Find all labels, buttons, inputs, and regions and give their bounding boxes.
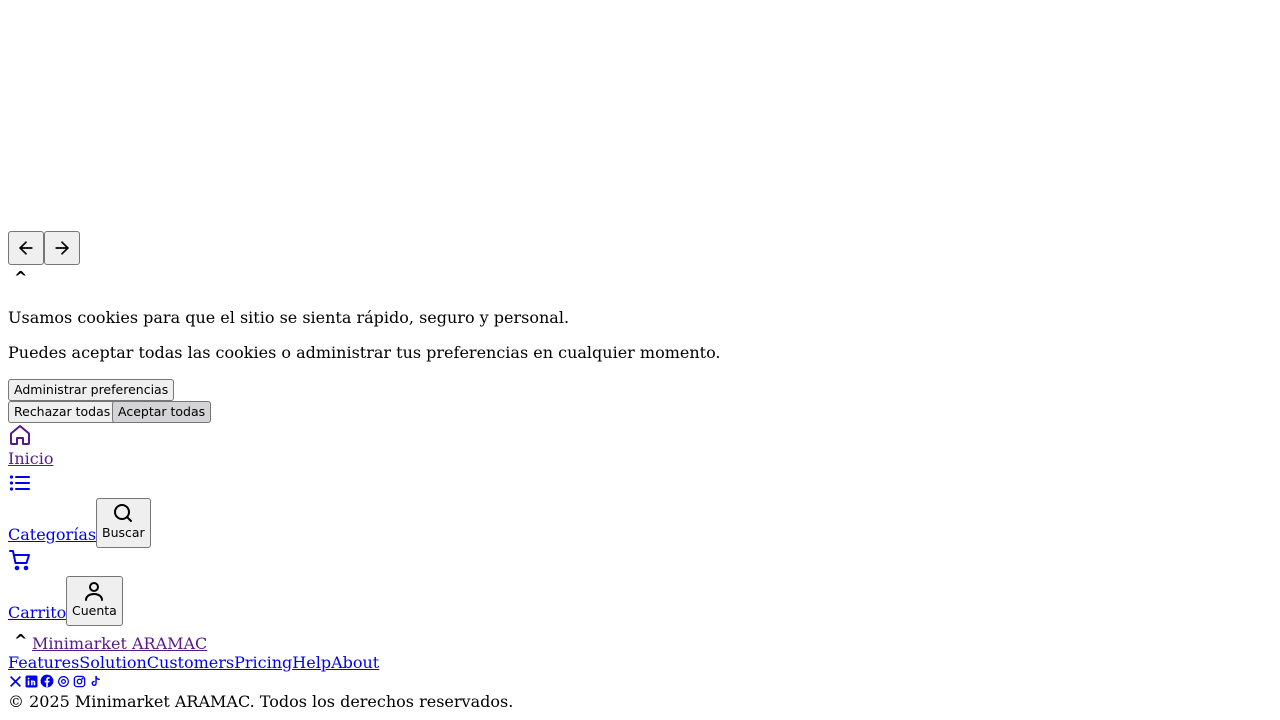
footer-toggle[interactable]: ^ <box>14 631 27 650</box>
nav-cart[interactable] <box>8 548 32 572</box>
cookie-message-primary: Usamos cookies para que el sitio se sien… <box>8 308 570 327</box>
nav-cart-label[interactable]: Carrito <box>8 603 66 622</box>
nav-search-button[interactable]: Buscar <box>96 498 151 548</box>
reject-all-button[interactable]: Rechazar todas <box>8 401 117 423</box>
user-icon <box>85 582 104 601</box>
cookie-message-secondary: Puedes aceptar todas las cookies o admin… <box>8 343 721 362</box>
home-icon <box>10 425 30 445</box>
footer-link-customers[interactable]: Customers <box>147 653 234 672</box>
footer-link-help[interactable]: Help <box>292 653 331 672</box>
nav-search-label: Buscar <box>102 525 145 540</box>
carousel-next-button[interactable] <box>44 231 80 265</box>
carousel-prev-button[interactable] <box>8 231 44 265</box>
footer-copyright: © 2025 Minimarket ARAMAC. Todos los dere… <box>8 692 514 711</box>
list-icon <box>9 475 30 491</box>
manage-preferences-button[interactable]: Administrar preferencias <box>8 379 175 401</box>
footer-link-about[interactable]: About <box>331 653 379 672</box>
footer-link-features[interactable]: Features <box>8 653 79 672</box>
nav-home[interactable]: Inicio <box>8 423 53 468</box>
nav-account-button[interactable]: Cuenta <box>66 576 123 626</box>
accept-all-button[interactable]: Aceptar todas <box>112 401 212 423</box>
tiktok-icon[interactable] <box>88 674 102 688</box>
instagram-icon[interactable] <box>72 674 86 688</box>
arrow-right-icon <box>55 241 69 255</box>
threads-icon[interactable] <box>56 674 70 688</box>
nav-account-label: Cuenta <box>72 603 117 618</box>
search-icon <box>114 504 133 522</box>
nav-categories-label[interactable]: Categorías <box>8 525 96 544</box>
x-icon[interactable] <box>8 674 22 688</box>
linkedin-icon[interactable] <box>24 674 38 688</box>
cart-icon <box>9 550 30 571</box>
cookie-toggle[interactable]: ^ <box>14 268 27 287</box>
footer-brand-link[interactable]: Minimarket ARAMAC <box>32 634 207 653</box>
footer-link-pricing[interactable]: Pricing <box>234 653 292 672</box>
arrow-left-icon <box>19 241 33 255</box>
footer-links: FeaturesSolutionCustomersPricingHelpAbou… <box>8 653 379 672</box>
nav-categories[interactable] <box>8 471 32 495</box>
footer-social-links <box>8 674 102 688</box>
facebook-icon[interactable] <box>40 674 54 688</box>
nav-home-label[interactable]: Inicio <box>8 449 53 468</box>
footer-link-solution[interactable]: Solution <box>79 653 147 672</box>
